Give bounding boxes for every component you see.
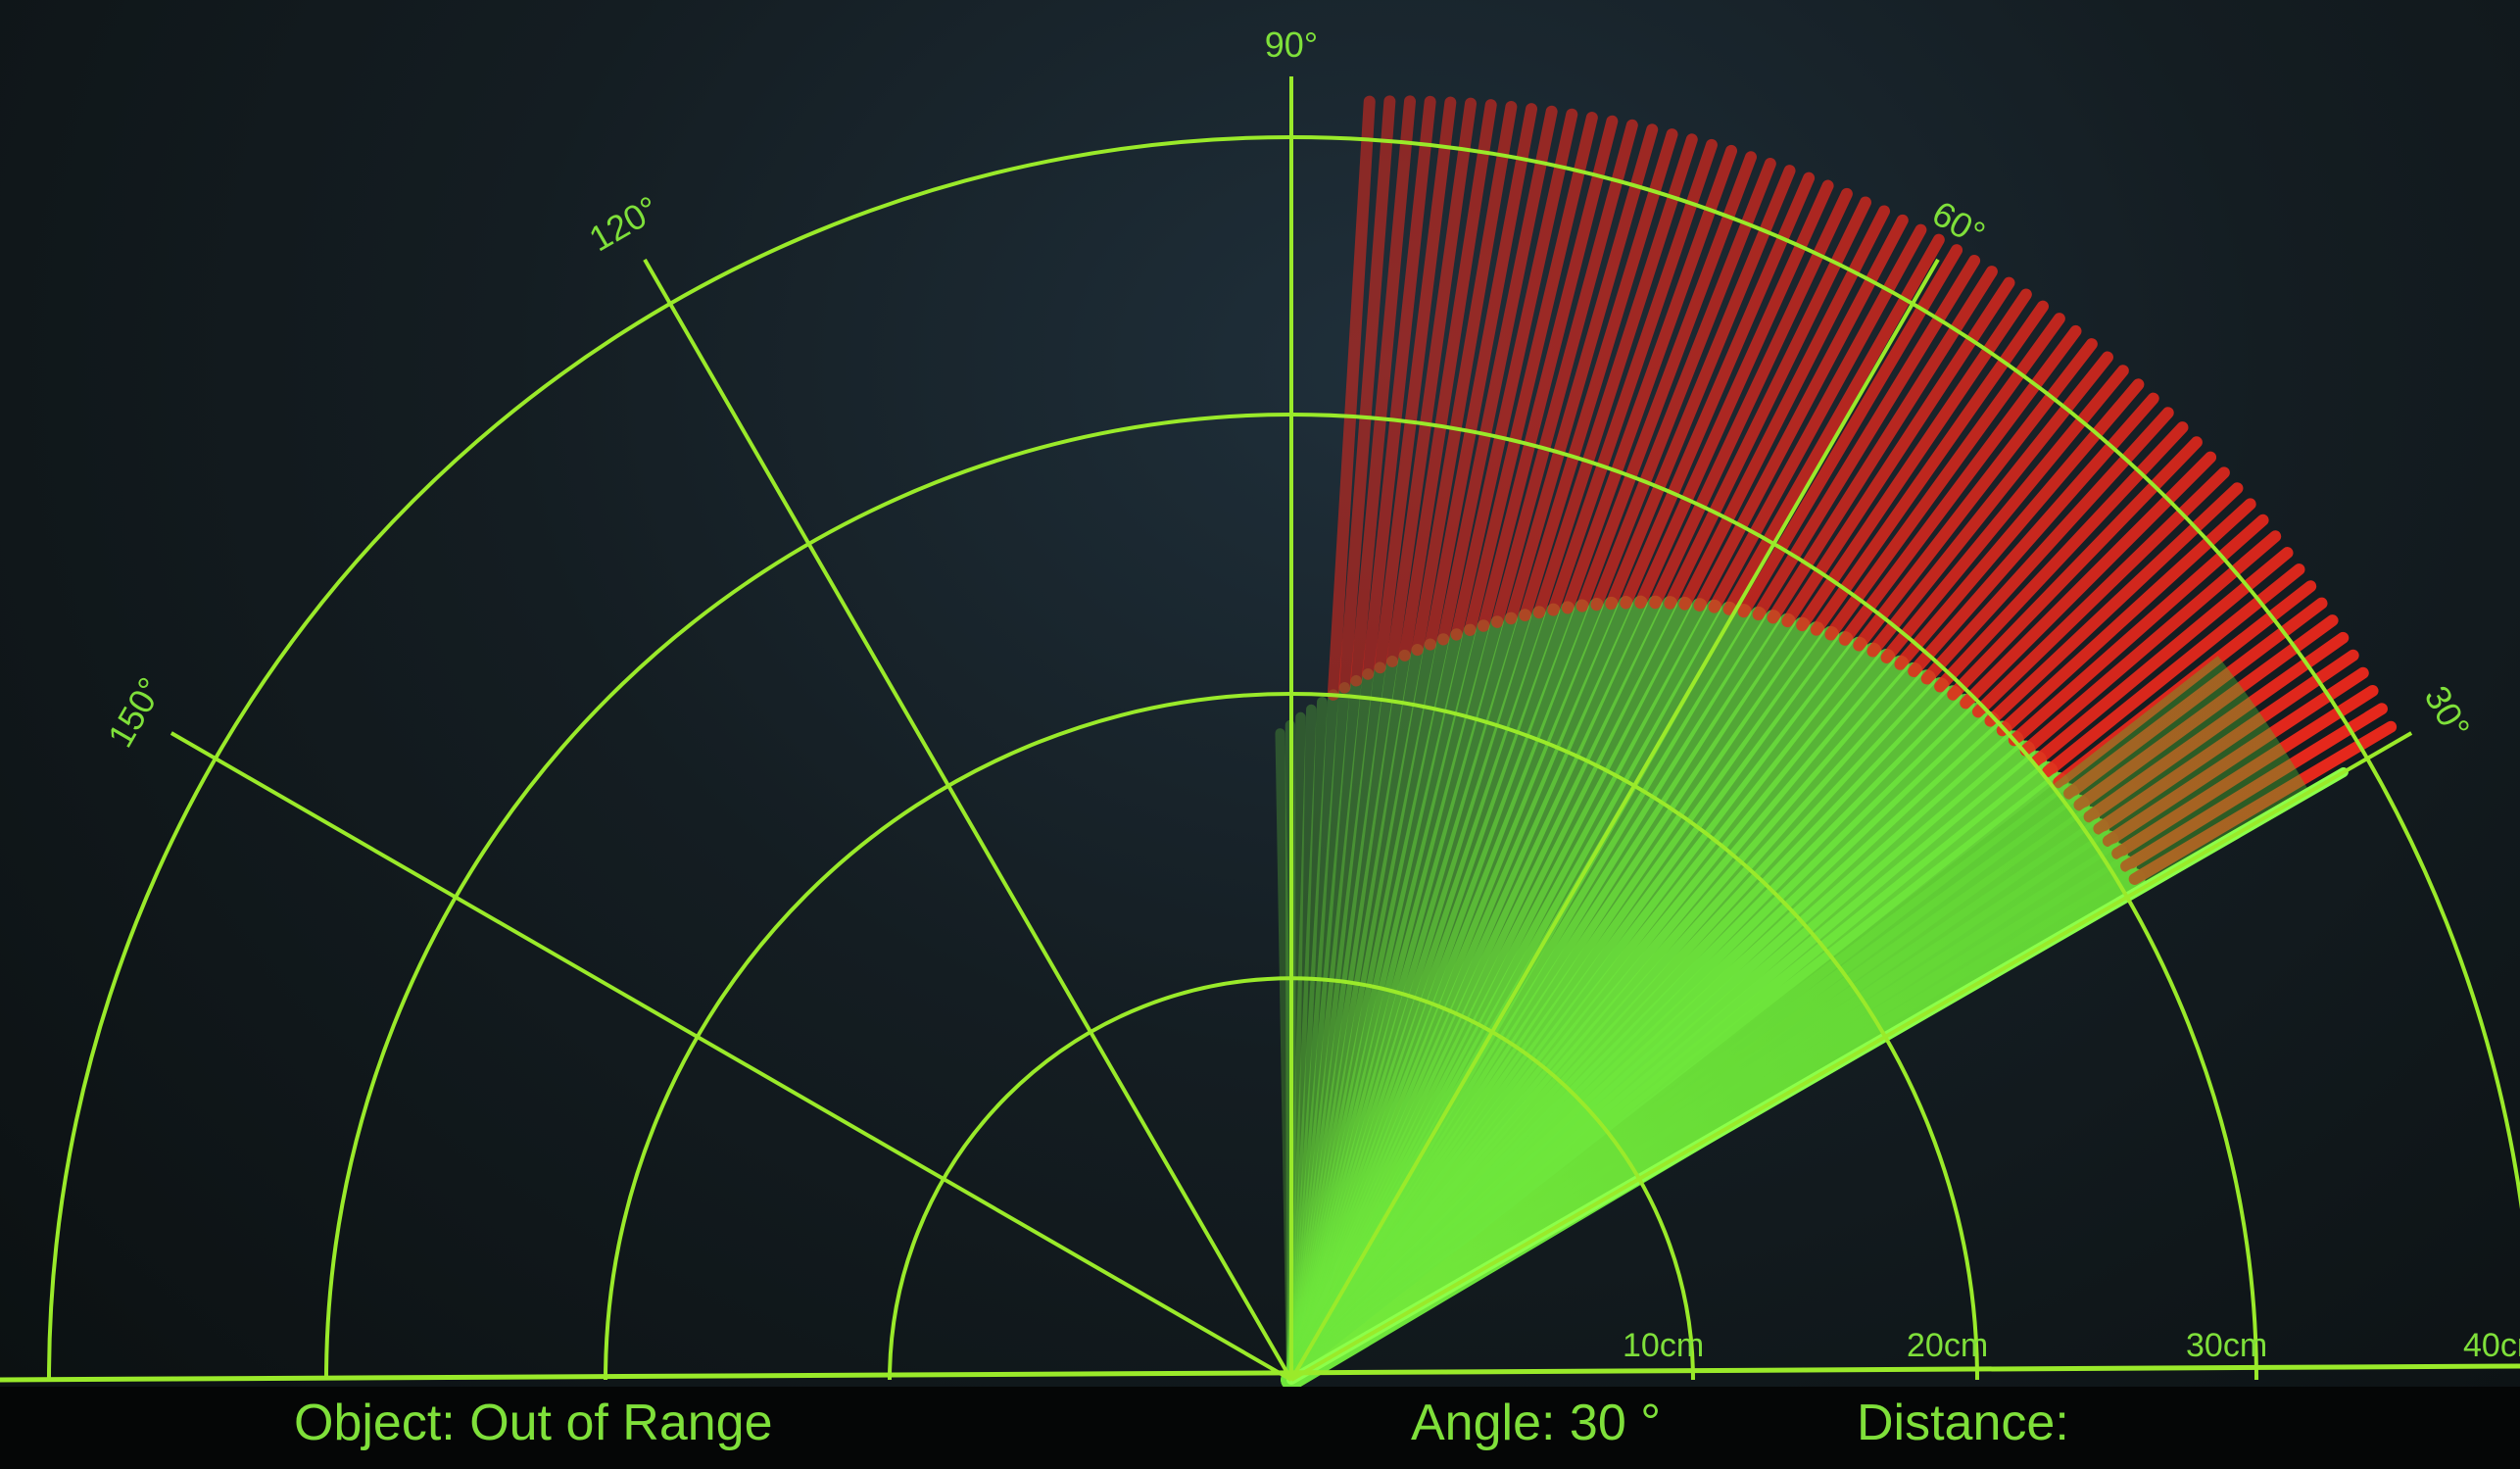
- range-label: 10cm: [1623, 1327, 1704, 1364]
- angle-label: 120°: [582, 188, 665, 260]
- angle-spoke: [170, 731, 1292, 1382]
- angle-value: 30 °: [1569, 1395, 1661, 1451]
- distance-label: Distance:: [1857, 1395, 2069, 1451]
- object-label: Object:: [294, 1395, 456, 1451]
- angle-label: 30°: [2417, 679, 2479, 746]
- distance-status: Distance:: [1857, 1394, 2069, 1452]
- angle-status: Angle: 30 °: [1411, 1394, 1661, 1452]
- object-value: Out of Range: [469, 1395, 773, 1451]
- angle-label: 150°: [100, 670, 171, 754]
- sweep-trail: [1275, 95, 2398, 1391]
- angle-label: 90°: [1265, 24, 1318, 65]
- baseline: [0, 1363, 2520, 1383]
- angle-spoke: [643, 258, 1293, 1381]
- angle-label: Angle:: [1411, 1395, 1556, 1451]
- object-status: Object: Out of Range: [294, 1394, 773, 1452]
- range-label: 20cm: [1907, 1327, 1988, 1364]
- range-label: 30cm: [2186, 1327, 2267, 1364]
- radar-screen: 30°60°90°120°150°10cm20cm30cm40cm Object…: [0, 0, 2520, 1469]
- radar-display: 30°60°90°120°150°10cm20cm30cm40cm: [0, 24, 2520, 1391]
- range-label: 40cm: [2463, 1327, 2520, 1364]
